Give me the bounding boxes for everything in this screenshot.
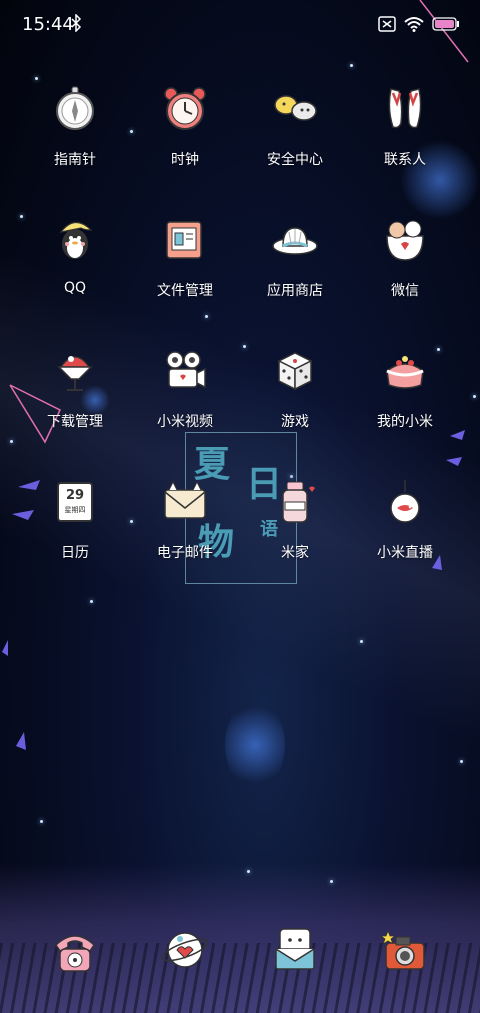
mijia-icon bbox=[282, 481, 315, 523]
phone-icon bbox=[55, 935, 95, 972]
dock-messages[interactable] bbox=[130, 925, 240, 975]
app-email[interactable]: 电子邮件 bbox=[130, 473, 240, 604]
app-file-manager[interactable]: 文件管理 bbox=[130, 211, 240, 342]
app-label: 下载管理 bbox=[47, 414, 103, 430]
contacts-icon bbox=[388, 88, 422, 129]
camera-icon bbox=[380, 929, 425, 970]
app-label: 小米视频 bbox=[157, 414, 213, 430]
app-label: 小米直播 bbox=[377, 545, 433, 561]
wechat-icon bbox=[386, 220, 424, 261]
status-bar: 15:44 bbox=[0, 0, 480, 50]
messages-icon bbox=[161, 932, 209, 968]
mi-live-icon bbox=[390, 480, 420, 523]
mi-video-icon bbox=[166, 351, 206, 389]
calendar-day: 29 bbox=[65, 488, 85, 503]
alarm-clock-icon bbox=[164, 87, 206, 130]
app-calendar[interactable]: 29 星期四 日历 bbox=[20, 473, 130, 604]
app-label: 我的小米 bbox=[377, 414, 433, 430]
security-center-icon bbox=[274, 95, 317, 121]
dock-phone[interactable] bbox=[20, 925, 130, 975]
app-my-xiaomi[interactable]: 我的小米 bbox=[350, 342, 460, 473]
my-xiaomi-icon bbox=[386, 356, 424, 389]
browser-icon bbox=[275, 928, 315, 970]
app-label: QQ bbox=[63, 280, 87, 296]
app-label: 时钟 bbox=[171, 152, 199, 168]
battery-icon bbox=[432, 17, 459, 31]
app-security-center[interactable]: 安全中心 bbox=[240, 80, 350, 211]
app-label: 米家 bbox=[281, 545, 309, 561]
game-dice-icon bbox=[277, 352, 313, 391]
download-manager-icon bbox=[57, 356, 93, 391]
file-manager-icon bbox=[166, 221, 202, 259]
app-label: 指南针 bbox=[54, 152, 96, 168]
app-label: 微信 bbox=[391, 283, 419, 299]
app-mijia[interactable]: 米家 bbox=[240, 473, 350, 604]
app-mi-live[interactable]: 小米直播 bbox=[350, 473, 460, 604]
email-icon bbox=[164, 480, 206, 519]
app-mi-video[interactable]: 小米视频 bbox=[130, 342, 240, 473]
app-compass[interactable]: 指南针 bbox=[20, 80, 130, 211]
qq-penguin-icon bbox=[59, 221, 93, 259]
app-app-store[interactable]: 应用商店 bbox=[240, 211, 350, 342]
app-label: 应用商店 bbox=[267, 283, 323, 299]
bluetooth-icon bbox=[71, 14, 82, 32]
dock-camera[interactable] bbox=[350, 925, 460, 975]
app-game[interactable]: 游戏 bbox=[240, 342, 350, 473]
app-grid: 指南针 时钟 安全中心 联系人 QQ 文件管理 应用商店 微信 下载管理 小米视… bbox=[20, 80, 460, 604]
wifi-icon bbox=[404, 17, 424, 32]
app-label: 文件管理 bbox=[157, 283, 213, 299]
app-label: 电子邮件 bbox=[157, 545, 213, 561]
app-store-icon bbox=[272, 227, 318, 255]
app-download-manager[interactable]: 下载管理 bbox=[20, 342, 130, 473]
calendar-weekday: 星期四 bbox=[64, 506, 86, 514]
app-qq[interactable]: QQ bbox=[20, 211, 130, 342]
app-contacts[interactable]: 联系人 bbox=[350, 80, 460, 211]
app-label: 游戏 bbox=[281, 414, 309, 430]
app-clock[interactable]: 时钟 bbox=[130, 80, 240, 211]
dock bbox=[20, 925, 460, 975]
app-label: 安全中心 bbox=[267, 152, 323, 168]
compass-icon bbox=[56, 86, 94, 130]
app-label: 联系人 bbox=[384, 152, 426, 168]
sim-card-icon bbox=[378, 16, 396, 32]
app-wechat[interactable]: 微信 bbox=[350, 211, 460, 342]
calendar-icon: 29 星期四 bbox=[51, 478, 99, 526]
status-time: 15:44 bbox=[22, 14, 74, 35]
app-label: 日历 bbox=[61, 545, 89, 561]
dock-browser[interactable] bbox=[240, 925, 350, 975]
